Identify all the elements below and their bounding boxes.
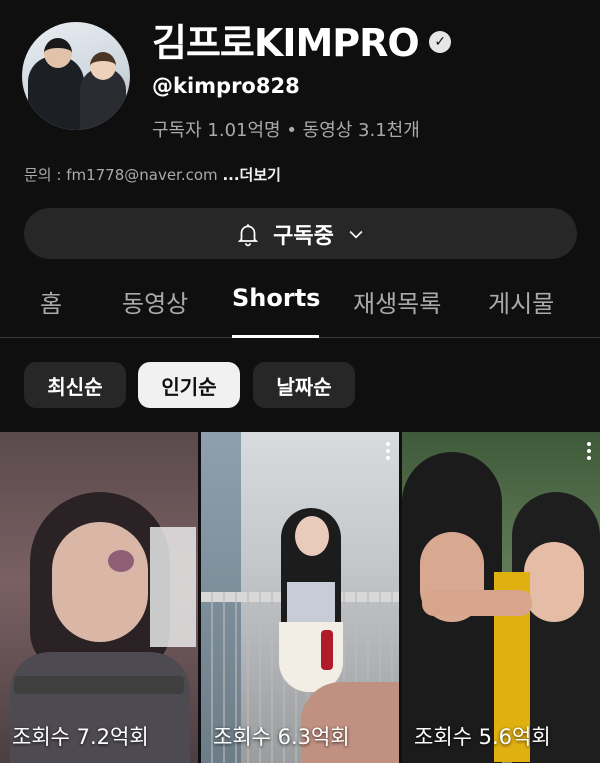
short-view-count: 조회수 7.2억회 <box>12 725 149 749</box>
short-view-count: 조회수 5.6억회 <box>414 725 551 749</box>
subscribed-button[interactable]: 구독중 <box>24 208 577 259</box>
tab-home[interactable]: 홈 <box>40 284 62 319</box>
channel-title: 김프로KIMPRO ✓ <box>152 12 451 67</box>
tab-playlists[interactable]: 재생목록 <box>353 284 441 319</box>
channel-header: 김프로KIMPRO ✓ @kimpro828 구독자 1.01억명 • 동영상 3… <box>0 0 600 200</box>
short-thumbnail[interactable]: 조회수 6.3억회 <box>201 432 399 763</box>
chevron-down-icon <box>349 230 363 239</box>
channel-description[interactable]: 문의 : fm1778@naver.com ...더보기 <box>24 164 281 185</box>
active-tab-indicator <box>232 335 319 338</box>
tab-posts[interactable]: 게시물 <box>488 284 554 319</box>
short-thumbnail[interactable]: 조회수 5.6억회 <box>402 432 600 763</box>
short-thumbnail[interactable]: 조회수 7.2억회 <box>0 432 198 763</box>
more-link[interactable]: ...더보기 <box>222 166 281 184</box>
subscribed-label: 구독중 <box>273 223 334 249</box>
channel-handle: @kimpro828 <box>152 74 300 98</box>
channel-tabs: 홈 동영상 Shorts 재생목록 게시물 <box>0 280 600 338</box>
short-view-count: 조회수 6.3억회 <box>213 725 350 749</box>
chip-oldest[interactable]: 날짜순 <box>253 362 355 408</box>
chip-popular[interactable]: 인기순 <box>138 362 240 408</box>
tab-shorts[interactable]: Shorts <box>232 284 320 312</box>
channel-name: 김프로KIMPRO <box>152 21 420 65</box>
channel-avatar[interactable] <box>22 22 130 130</box>
more-icon[interactable] <box>586 442 592 462</box>
chip-latest[interactable]: 최신순 <box>24 362 126 408</box>
verified-icon: ✓ <box>428 30 451 53</box>
bell-icon <box>237 223 259 246</box>
tab-videos[interactable]: 동영상 <box>122 284 188 319</box>
contact-text: 문의 : fm1778@naver.com <box>24 166 218 184</box>
more-icon[interactable] <box>385 442 391 462</box>
channel-stats: 구독자 1.01억명 • 동영상 3.1천개 <box>152 120 420 141</box>
